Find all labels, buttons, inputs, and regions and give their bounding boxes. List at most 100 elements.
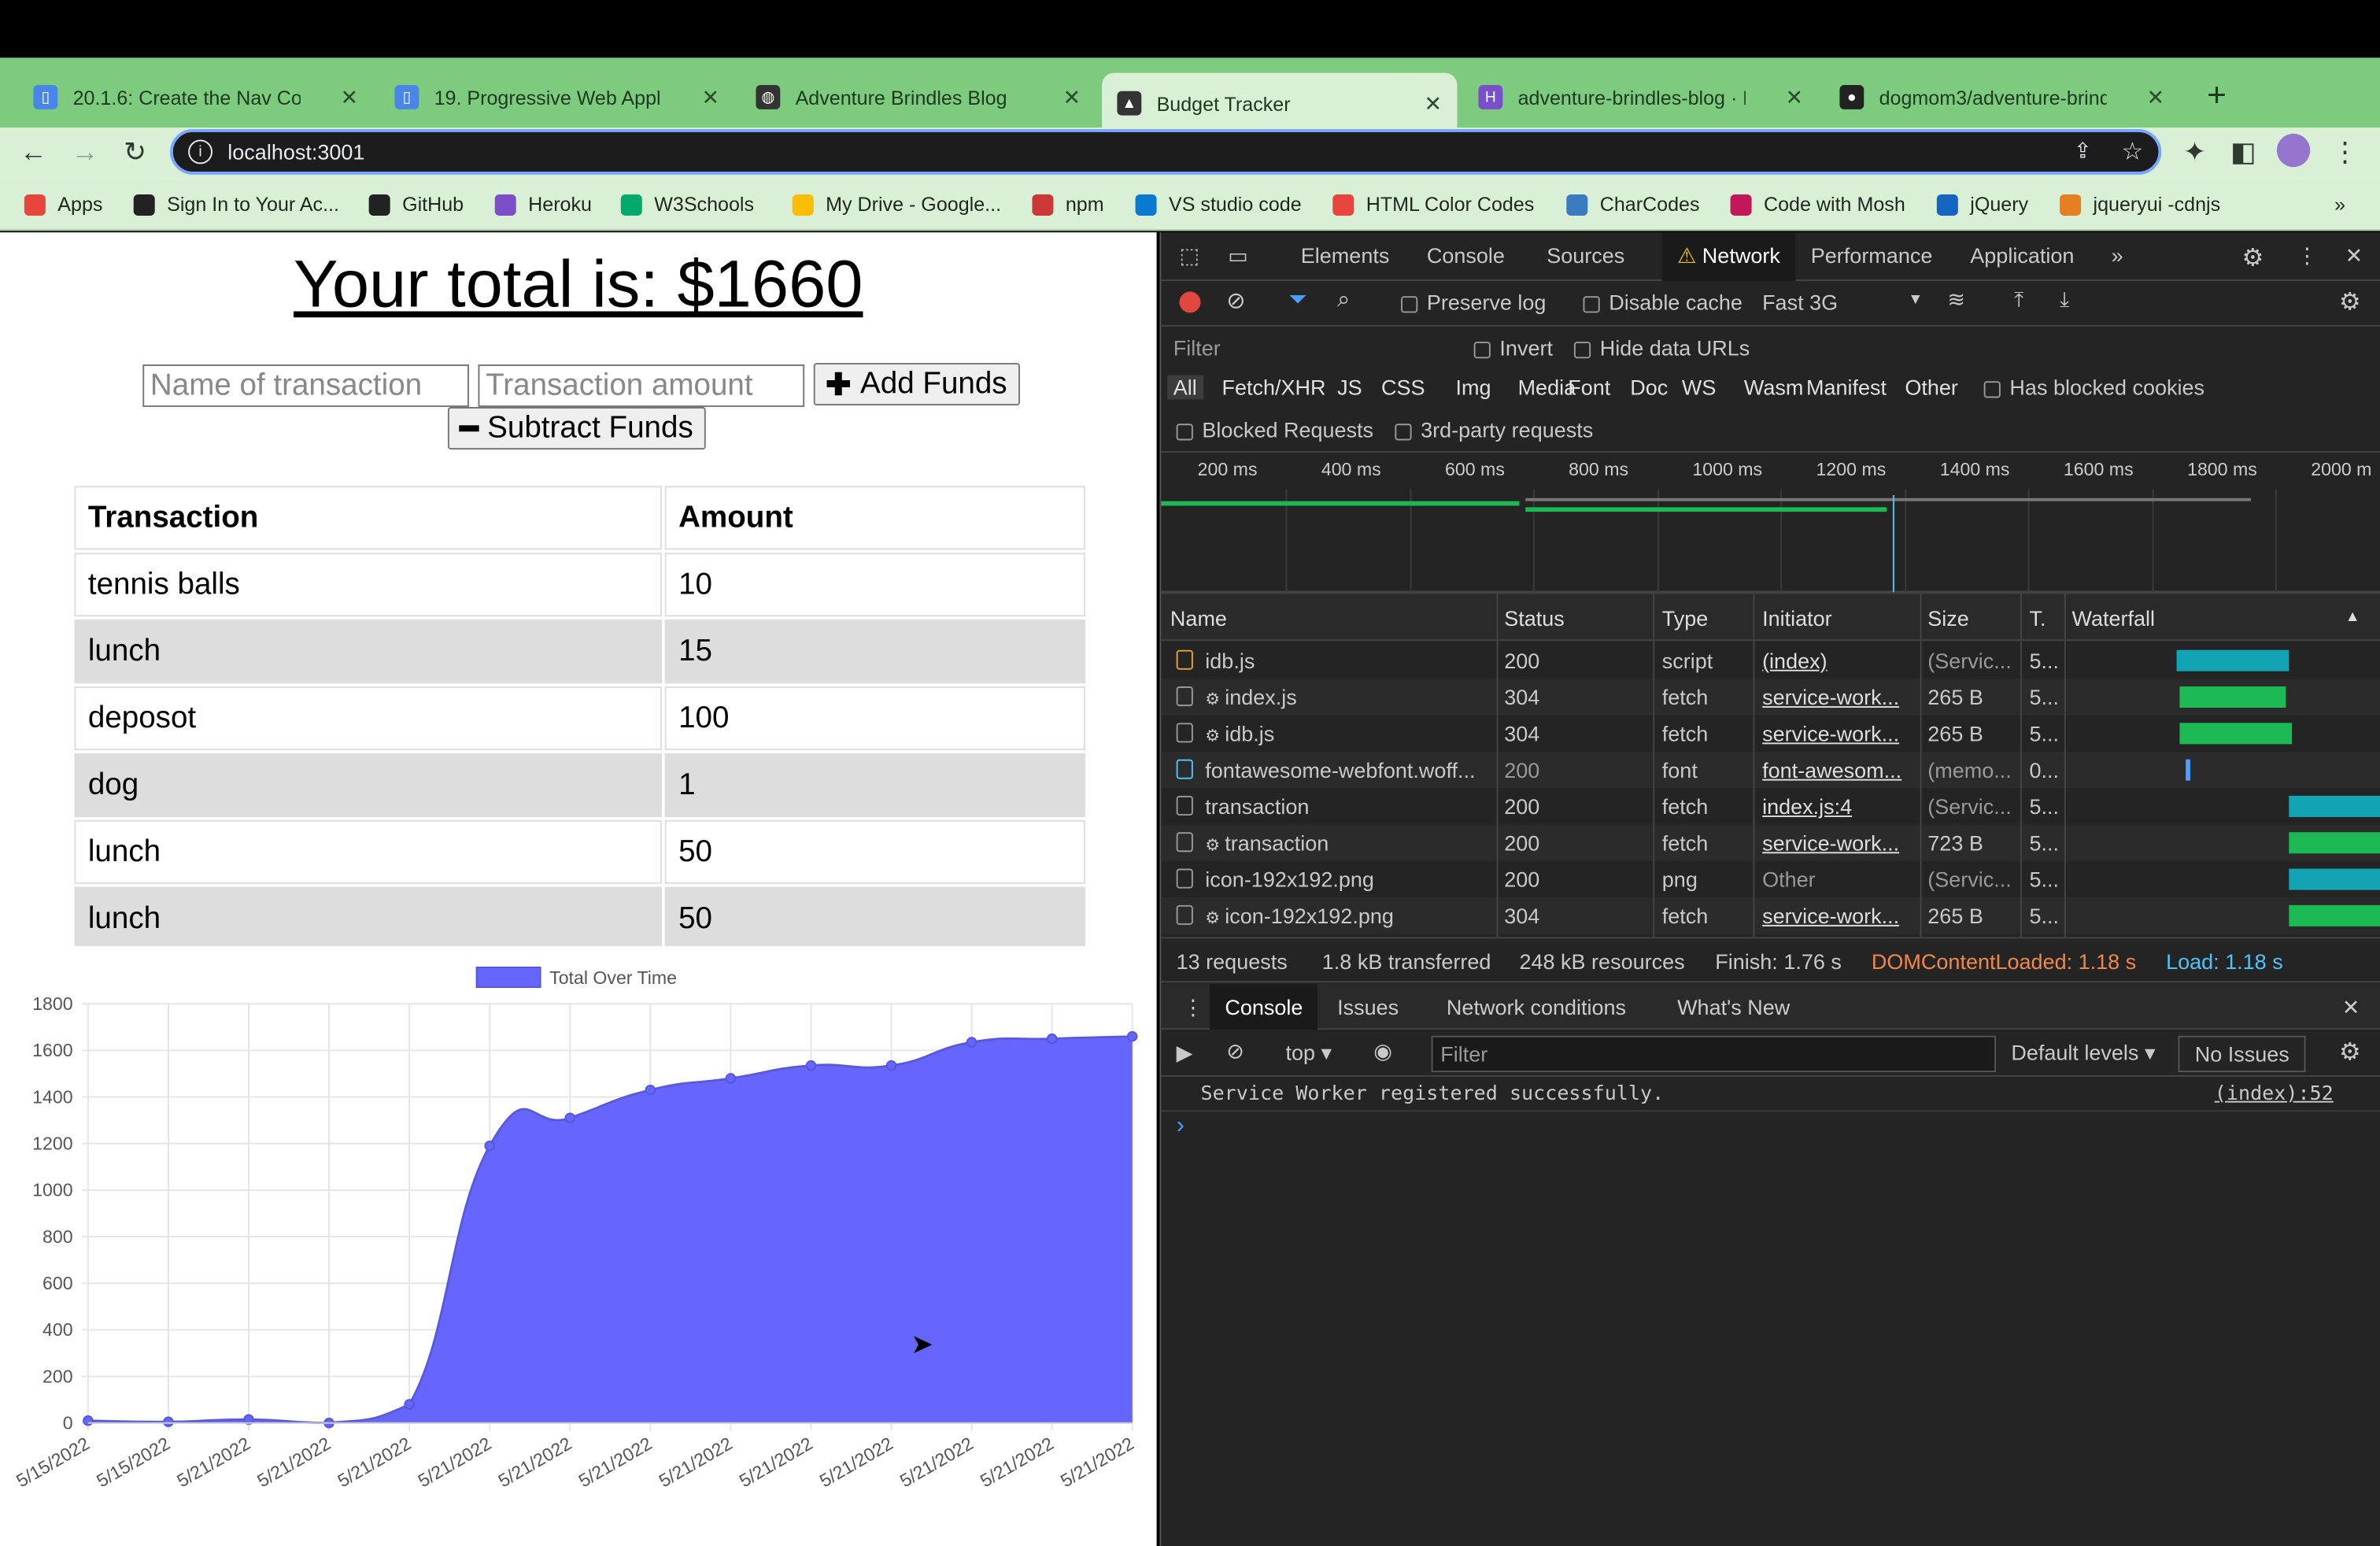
filter-type-css[interactable]: CSS (1381, 375, 1425, 400)
close-tab-icon[interactable]: ✕ (1425, 91, 1443, 117)
request-initiator[interactable]: service-work... (1762, 685, 1914, 709)
close-tab-icon[interactable]: ✕ (2147, 84, 2165, 110)
disable-cache-checkbox[interactable]: Disable cache (1583, 290, 1743, 314)
drawer-tab-whats-new[interactable]: What's New (1677, 995, 1790, 1019)
network-request-row[interactable]: ⚙ index.js 304 fetch service-work... 265 B 5.… (1161, 679, 2380, 716)
side-panel-icon[interactable]: ◧ (2225, 137, 2261, 169)
chevron-down-icon[interactable]: ▼ (1908, 291, 1923, 308)
new-tab-button[interactable]: + (2207, 76, 2227, 115)
drawer-menu-icon[interactable]: ⋮ (1182, 995, 1203, 1021)
menu-icon[interactable]: ⋮ (2326, 137, 2363, 169)
devtools-tab-network[interactable]: ⚠ Network (1661, 232, 1796, 281)
network-settings-gear-icon[interactable]: ⚙ (2339, 287, 2361, 318)
request-initiator[interactable]: Other (1762, 867, 1914, 892)
invert-checkbox[interactable]: Invert (1473, 335, 1553, 360)
close-drawer-icon[interactable]: ✕ (2342, 995, 2360, 1021)
inspect-element-icon[interactable]: ⬚ (1179, 243, 1199, 269)
extensions-icon[interactable]: ✦ (2177, 137, 2213, 169)
col-waterfall[interactable]: Waterfall (2071, 606, 2155, 631)
network-conditions-icon[interactable]: ≋ (1947, 287, 1965, 313)
throttle-select[interactable]: Fast 3G (1762, 290, 1838, 314)
filter-type-doc[interactable]: Doc (1630, 375, 1668, 400)
filter-type-font[interactable]: Font (1568, 375, 1610, 400)
issues-button[interactable]: No Issues (2178, 1035, 2306, 1073)
close-tab-icon[interactable]: ✕ (341, 84, 359, 110)
add-funds-button[interactable]: ✚ Add Funds (813, 363, 1020, 406)
drawer-tab-console[interactable]: Console (1210, 984, 1318, 1030)
network-request-row[interactable]: ⚙ transaction 200 fetch service-work... 723 … (1161, 824, 2380, 861)
filter-type-media[interactable]: Media (1518, 375, 1576, 400)
devtools-menu-icon[interactable]: ⋮ (2297, 243, 2318, 269)
bookmark-item[interactable]: Apps (24, 193, 103, 216)
col-type[interactable]: Type (1662, 606, 1709, 631)
network-request-row[interactable]: icon-192x192.png 200 png Other (Servic... 5..… (1161, 861, 2380, 897)
console-filter-input[interactable]: Filter (1431, 1035, 1997, 1073)
third-party-checkbox[interactable]: 3rd-party requests (1395, 418, 1593, 442)
device-toolbar-icon[interactable]: ▭ (1228, 243, 1248, 269)
settings-gear-icon[interactable]: ⚙ (2241, 243, 2264, 274)
subtract-funds-button[interactable]: ━ Subtract Funds (447, 407, 706, 450)
browser-tab[interactable]: Hadventure-brindles-blog · He ✕ (1463, 76, 1818, 118)
transaction-amount-input[interactable]: Transaction amount (478, 364, 805, 408)
col-time[interactable]: T. (2029, 606, 2046, 631)
filter-type-js[interactable]: JS (1337, 375, 1362, 400)
bookmark-item[interactable]: CharCodes (1566, 193, 1700, 216)
devtools-tab-application[interactable]: Application (1970, 243, 2074, 268)
bookmark-item[interactable]: Code with Mosh (1730, 193, 1905, 216)
close-devtools-icon[interactable]: ✕ (2345, 243, 2363, 269)
col-name[interactable]: Name (1170, 606, 1227, 631)
filter-type-all[interactable]: All (1167, 375, 1203, 400)
filter-type-ws[interactable]: WS (1682, 375, 1717, 400)
record-icon[interactable] (1179, 291, 1201, 313)
request-initiator[interactable]: service-work... (1762, 830, 1914, 855)
search-icon[interactable]: ⌕ (1337, 287, 1350, 313)
back-icon[interactable]: ← (15, 137, 51, 169)
bookmark-item[interactable]: VS studio code (1135, 193, 1302, 216)
bookmark-item[interactable]: My Drive - Google... (792, 193, 1001, 216)
close-tab-icon[interactable]: ✕ (1063, 84, 1081, 110)
address-bar[interactable]: i localhost:3001 ⇪ ☆ (169, 128, 2162, 175)
request-initiator[interactable]: service-work... (1762, 721, 1914, 745)
log-levels-select[interactable]: Default levels ▾ (2011, 1041, 2155, 1067)
filter-type-fetch-xhr[interactable]: Fetch/XHR (1221, 375, 1325, 400)
preserve-log-checkbox[interactable]: Preserve log (1401, 290, 1546, 314)
console-settings-gear-icon[interactable]: ⚙ (2339, 1037, 2361, 1068)
filter-type-wasm[interactable]: Wasm (1744, 375, 1804, 400)
bookmark-item[interactable]: GitHub (368, 193, 464, 216)
console-prompt[interactable]: › (1177, 1113, 1184, 1141)
clear-icon[interactable]: ⊘ (1226, 287, 1245, 315)
request-initiator[interactable]: font-awesom... (1762, 758, 1914, 782)
clear-console-icon[interactable]: ⊘ (1226, 1039, 1244, 1065)
filter-type-other[interactable]: Other (1905, 375, 1958, 400)
transaction-name-input[interactable]: Name of transaction (142, 364, 469, 408)
blocked-requests-checkbox[interactable]: Blocked Requests (1176, 418, 1373, 442)
live-expression-eye-icon[interactable]: ◉ (1373, 1039, 1392, 1065)
hide-data-urls-checkbox[interactable]: Hide data URLs (1573, 335, 1750, 360)
browser-tab[interactable]: ▲ Budget Tracker ✕ (1102, 72, 1458, 134)
close-tab-icon[interactable]: ✕ (1786, 84, 1804, 110)
sort-up-icon[interactable]: ▲ (2345, 609, 2360, 626)
bookmark-item[interactable]: Heroku (494, 193, 592, 216)
bookmark-item[interactable]: jqueryui -cdnjs (2060, 193, 2220, 216)
network-filter-input[interactable]: Filter (1173, 335, 1221, 360)
browser-tab[interactable]: ▯ 20.1.6: Create the Nav Comp ✕ (18, 76, 373, 118)
bookmark-item[interactable]: npm (1032, 193, 1104, 216)
devtools-tab-performance[interactable]: Performance (1811, 243, 1933, 268)
forward-icon[interactable]: → (67, 137, 103, 169)
sidebar-toggle-icon[interactable]: ▶ (1177, 1041, 1193, 1067)
filter-icon[interactable]: ⏷ (1288, 287, 1306, 313)
browser-tab[interactable]: ◍ Adventure Brindles Blog ✕ (741, 76, 1096, 118)
col-initiator[interactable]: Initiator (1762, 606, 1832, 631)
request-initiator[interactable]: index.js:4 (1762, 794, 1914, 819)
network-request-row[interactable]: transaction 200 fetch index.js:4 (Servic... 5… (1161, 788, 2380, 824)
reload-icon[interactable]: ↻ (116, 137, 153, 169)
close-tab-icon[interactable]: ✕ (702, 84, 720, 110)
bookmark-item[interactable]: HTML Color Codes (1332, 193, 1534, 216)
console-log-source-link[interactable]: (index):52 (2215, 1083, 2334, 1106)
network-request-row[interactable]: ⚙ icon-192x192.png 304 fetch service-work..… (1161, 897, 2380, 934)
has-blocked-cookies-checkbox[interactable]: Has blocked cookies (1983, 375, 2204, 399)
more-bookmarks-icon[interactable]: » (2334, 193, 2345, 216)
bookmark-item[interactable]: W3Schools (620, 193, 754, 216)
context-select[interactable]: top ▾ (1285, 1041, 1332, 1067)
devtools-tab-elements[interactable]: Elements (1301, 243, 1390, 268)
